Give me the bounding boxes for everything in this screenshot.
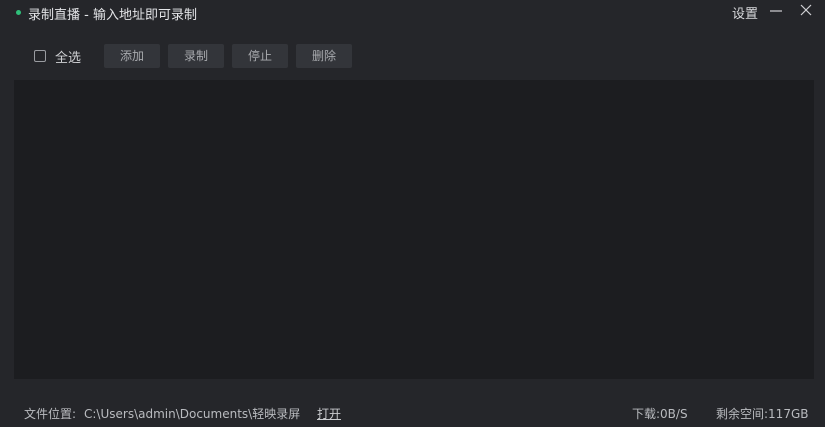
- title-bar: 录制直播 - 输入地址即可录制 设置: [0, 0, 825, 26]
- stop-button[interactable]: 停止: [232, 44, 288, 68]
- select-all-checkbox[interactable]: [34, 50, 46, 62]
- open-folder-link[interactable]: 打开: [317, 405, 341, 422]
- minimize-button[interactable]: [767, 3, 785, 19]
- select-all-toggle[interactable]: 全选: [34, 44, 81, 68]
- close-icon: [800, 4, 812, 16]
- delete-button[interactable]: 删除: [296, 44, 352, 68]
- status-dot-icon: [16, 10, 21, 15]
- status-bar: 文件位置: C:\Users\admin\Documents\轻映录屏 打开 下…: [0, 403, 825, 423]
- record-button[interactable]: 录制: [168, 44, 224, 68]
- settings-button[interactable]: 设置: [732, 3, 758, 22]
- window-title: 录制直播 - 输入地址即可录制: [28, 8, 197, 23]
- minimize-icon: [770, 10, 782, 12]
- close-button[interactable]: [797, 3, 815, 19]
- toolbar: 全选 添加 录制 停止 删除: [0, 44, 825, 68]
- select-all-label: 全选: [55, 50, 82, 66]
- file-location-path: C:\Users\admin\Documents\轻映录屏: [84, 407, 301, 421]
- add-button[interactable]: 添加: [104, 44, 160, 68]
- download-speed: 下载:0B/S: [632, 407, 688, 421]
- file-location-label: 文件位置:: [24, 407, 77, 421]
- recording-list[interactable]: [14, 80, 814, 379]
- app-window: 录制直播 - 输入地址即可录制 设置 全选 添加 录制 停止 删除 文件位置: …: [0, 0, 825, 427]
- free-space: 剩余空间:117GB: [716, 407, 809, 421]
